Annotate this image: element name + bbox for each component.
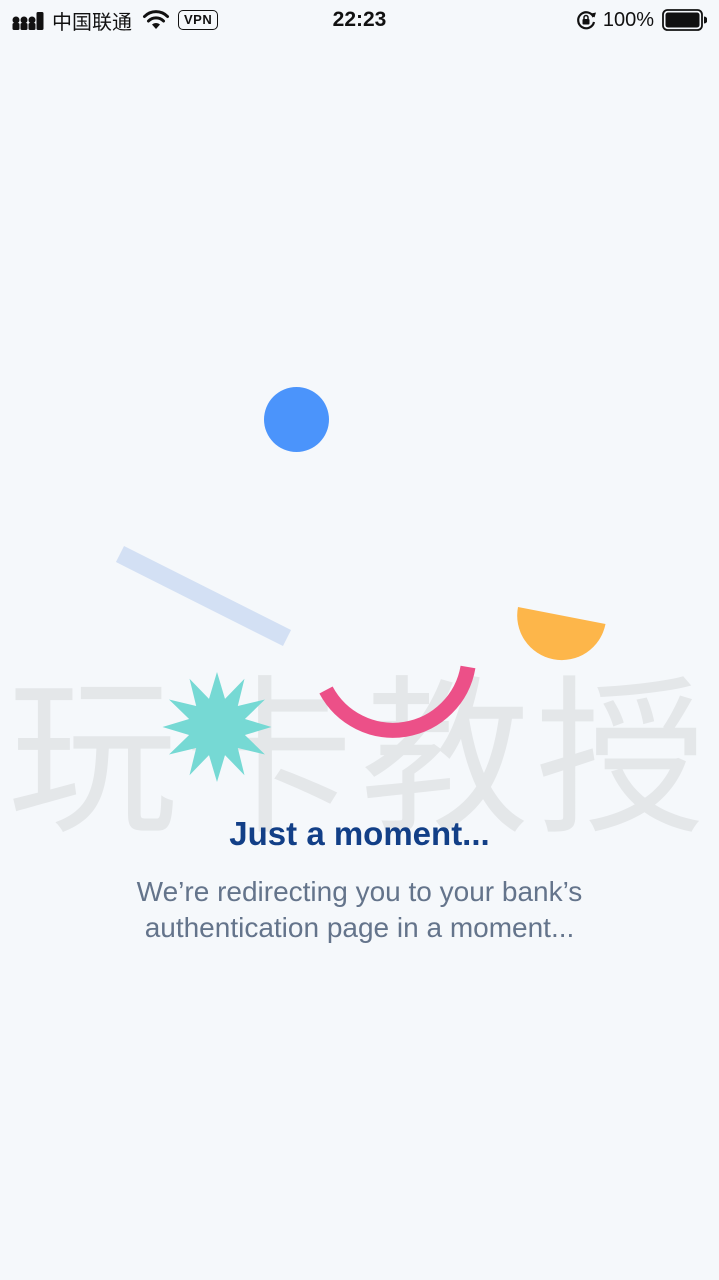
loading-title: Just a moment... bbox=[229, 815, 490, 852]
diagonal-bar-shape bbox=[115, 545, 292, 647]
orange-half-circle-shape bbox=[517, 607, 606, 661]
blue-circle-shape bbox=[264, 387, 329, 452]
loading-subtitle: We’re redirecting you to your bank’s aut… bbox=[136, 876, 583, 943]
loading-illustration bbox=[115, 387, 606, 782]
teal-starburst-shape bbox=[162, 672, 272, 782]
pink-arc-shape bbox=[319, 665, 476, 738]
loading-screen: 中国联通 VPN 22:23 100% 玩卡教授 Just a moment..… bbox=[0, 0, 719, 1280]
